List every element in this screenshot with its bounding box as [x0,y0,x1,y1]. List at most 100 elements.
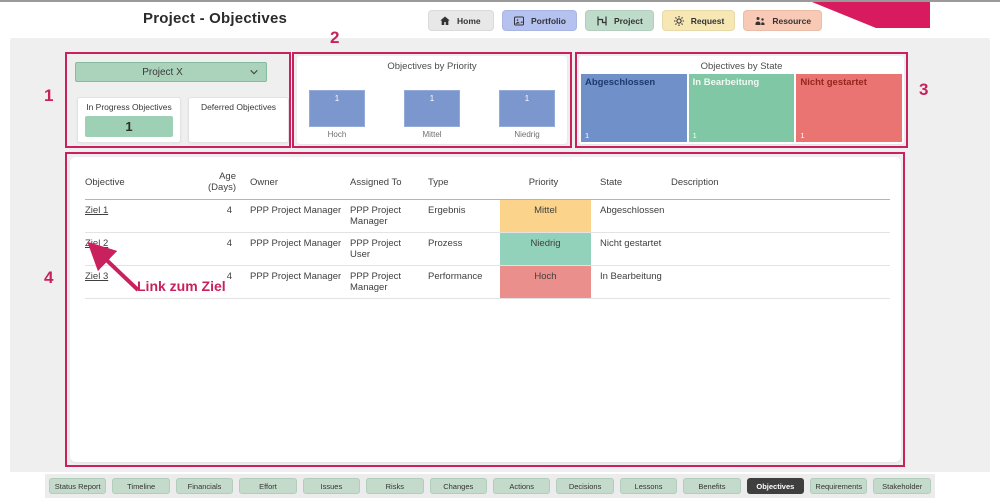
tile-label: Nicht gestartet [796,74,902,88]
report-tab-bar: Status Report Timeline Financials Effort… [45,474,935,498]
kpi-title: Deferred Objectives [189,102,288,112]
tab-changes[interactable]: Changes [430,478,487,494]
cell-description [671,200,890,233]
cell-type: Performance [428,266,500,299]
people-icon [754,15,766,27]
nav-portfolio-label: Portfolio [531,16,566,26]
tile-value: 1 [800,131,804,140]
tile-value: 1 [693,131,697,140]
col-header-state: State [591,163,671,200]
treemap-tile-in-bearbeitung[interactable]: In Bearbeitung 1 [689,74,795,142]
project-dropdown[interactable]: Project X [75,62,267,82]
cell-priority: Hoch [500,266,591,299]
tab-lessons[interactable]: Lessons [620,478,677,494]
bar-label: Mittel [404,130,460,139]
annotation-number-4: 4 [44,268,53,288]
annotation-note: Link zum Ziel [137,278,226,294]
cell-description [671,266,890,299]
kpi-card-in-progress: In Progress Objectives 1 [77,97,181,143]
nav-project-button[interactable]: Project [585,10,654,31]
tile-label: Abgeschlossen [581,74,687,88]
tab-financials[interactable]: Financials [176,478,233,494]
nav-request-label: Request [691,16,725,26]
cell-owner: PPP Project Manager [250,266,350,299]
cell-priority: Niedrig [500,233,591,266]
nav-home-button[interactable]: Home [428,10,494,31]
table-row: Ziel 2 4 PPP Project Manager PPP Project… [85,233,890,266]
project-dropdown-value: Project X [76,67,249,78]
tab-requirements[interactable]: Requirements [810,478,867,494]
col-header-type: Type [428,163,500,200]
cell-owner: PPP Project Manager [250,233,350,266]
tab-timeline[interactable]: Timeline [112,478,169,494]
tab-effort[interactable]: Effort [239,478,296,494]
tab-actions[interactable]: Actions [493,478,550,494]
treemap-tile-abgeschlossen[interactable]: Abgeschlossen 1 [581,74,687,142]
cell-description [671,233,890,266]
annotation-number-3: 3 [919,80,928,100]
priority-chart-card: Objectives by Priority 1 Hoch 1 Mittel 1… [297,56,567,144]
objective-link-ziel-1[interactable]: Ziel 1 [85,205,108,216]
kpi-value: 1 [85,116,173,137]
col-header-description: Description [671,163,890,200]
tile-label: In Bearbeitung [689,74,795,88]
bar-group-hoch: 1 Hoch [309,90,365,139]
tab-status-report[interactable]: Status Report [49,478,106,494]
objectives-table-card: Objective Age (Days) Owner Assigned To T… [70,157,901,462]
cell-age: 4 [200,200,250,233]
table-row: Ziel 1 4 PPP Project Manager PPP Project… [85,200,890,233]
cell-state: In Bearbeitung [591,266,671,299]
state-treemap: Abgeschlossen 1 In Bearbeitung 1 Nicht g… [581,74,902,142]
cell-state: Abgeschlossen [591,200,671,233]
bar-group-niedrig: 1 Niedrig [499,90,555,139]
bar-label: Niedrig [499,130,555,139]
cell-type: Ergebnis [428,200,500,233]
home-icon [439,15,451,27]
treemap-tile-nicht-gestartet[interactable]: Nicht gestartet 1 [796,74,902,142]
bar-label: Hoch [309,130,365,139]
col-header-age: Age (Days) [200,163,250,200]
bar-hoch[interactable]: 1 [309,90,365,127]
cell-assigned: PPP Project Manager [350,200,428,233]
bar-group-mittel: 1 Mittel [404,90,460,139]
tab-decisions[interactable]: Decisions [556,478,613,494]
kpi-title: In Progress Objectives [78,102,180,112]
tab-benefits[interactable]: Benefits [683,478,740,494]
cell-age: 4 [200,233,250,266]
cell-assigned: PPP Project User [350,233,428,266]
cell-assigned: PPP Project Manager [350,266,428,299]
annotation-number-1: 1 [44,86,53,106]
bar-niedrig[interactable]: 1 [499,90,555,127]
cell-priority: Mittel [500,200,591,233]
nav-portfolio-button[interactable]: Portfolio [502,10,577,31]
page-title: Project - Objectives [143,10,287,27]
kpi-card-deferred: Deferred Objectives [188,97,289,143]
col-header-objective: Objective [85,163,200,200]
state-chart-card: Objectives by State Abgeschlossen 1 In B… [579,56,904,144]
priority-bars: 1 Hoch 1 Mittel 1 Niedrig [309,90,555,139]
col-header-owner: Owner [250,163,350,200]
priority-chart-title: Objectives by Priority [297,56,567,72]
nav-request-button[interactable]: Request [662,10,736,31]
cell-state: Nicht gestartet [591,233,671,266]
project-milestone-icon [596,15,608,27]
nav-project-label: Project [614,16,643,26]
state-chart-title: Objectives by State [579,56,904,72]
portfolio-icon [513,15,525,27]
dashboard: Project - Objectives Home Portfolio Proj… [0,0,1000,498]
col-header-assigned: Assigned To [350,163,428,200]
chevron-down-icon [249,67,259,77]
idea-icon [673,15,685,27]
tile-value: 1 [585,131,589,140]
tab-issues[interactable]: Issues [303,478,360,494]
nav-bar: Home Portfolio Project Request Resource [428,10,822,31]
nav-home-label: Home [457,16,481,26]
bar-mittel[interactable]: 1 [404,90,460,127]
table-header-row: Objective Age (Days) Owner Assigned To T… [85,163,890,200]
tab-risks[interactable]: Risks [366,478,423,494]
annotation-number-2: 2 [330,28,339,48]
tab-stakeholder[interactable]: Stakeholder [873,478,930,494]
cell-owner: PPP Project Manager [250,200,350,233]
corner-ribbon [800,0,1000,30]
tab-objectives[interactable]: Objectives [747,478,804,494]
